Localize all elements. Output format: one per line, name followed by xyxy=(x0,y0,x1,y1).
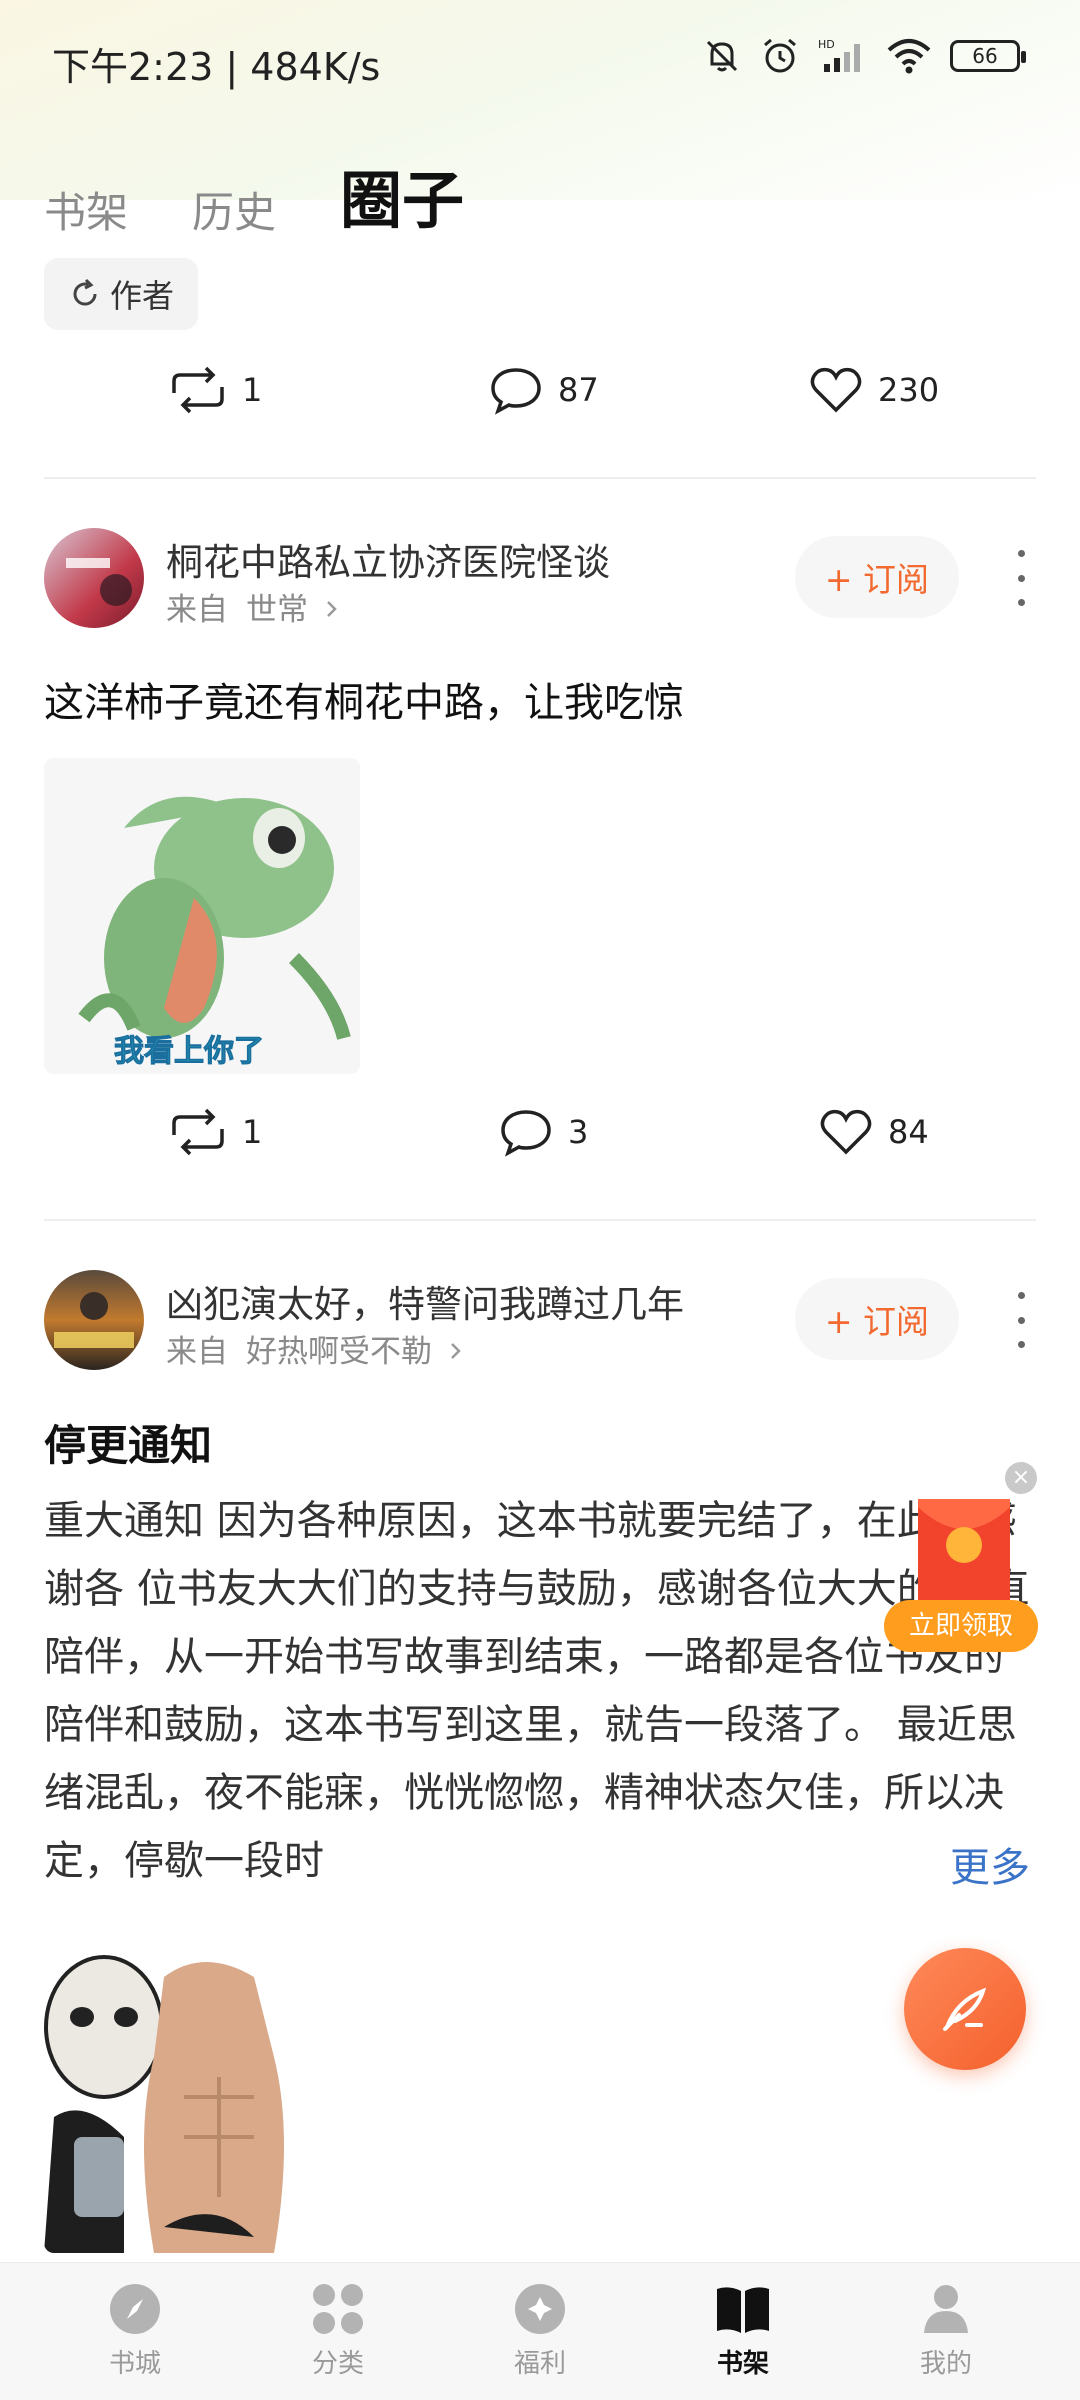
gift-icon xyxy=(515,2284,565,2334)
book-cover-image xyxy=(44,528,144,628)
close-icon[interactable]: × xyxy=(1005,1462,1037,1494)
comment-icon xyxy=(501,1110,551,1157)
post-header: 凶犯演太好，特警问我蹲过几年 来自 好热啊受不勒 + 订阅 xyxy=(0,1270,1080,1380)
nav-bookstore[interactable]: 书城 xyxy=(75,2281,195,2380)
battery-icon: 66 xyxy=(950,40,1026,72)
comment-count: 3 xyxy=(568,1113,589,1151)
repost-icon xyxy=(172,1108,224,1156)
post-actions: 1 3 84 xyxy=(0,1107,1080,1187)
author-filter-label: 作者 xyxy=(110,277,175,315)
post-header: 桐花中路私立协济医院怪谈 来自 世常 + 订阅 xyxy=(0,528,1080,638)
compass-icon xyxy=(110,2284,160,2334)
book-title[interactable]: 桐花中路私立协济医院怪谈 xyxy=(166,532,610,586)
heart-icon xyxy=(810,367,862,413)
post-source[interactable]: 来自 好热啊受不勒 xyxy=(166,1326,464,1371)
like-count: 84 xyxy=(888,1113,929,1151)
more-options-icon[interactable] xyxy=(1006,1292,1036,1348)
panda-meme-image xyxy=(44,1937,360,2253)
nav-category-label: 分类 xyxy=(311,2349,364,2379)
quill-pen-icon xyxy=(943,1987,987,2031)
book-cover-avatar[interactable] xyxy=(44,1270,144,1370)
nav-category[interactable]: 分类 xyxy=(278,2281,398,2380)
bottom-navigation: 书城 分类 福利 书架 我的 xyxy=(0,2262,1080,2400)
nav-benefits[interactable]: 福利 xyxy=(480,2281,600,2380)
comment-button[interactable]: 87 xyxy=(488,365,599,415)
wifi-icon xyxy=(887,39,931,74)
chevron-right-icon xyxy=(450,1343,461,1359)
post-image-frog[interactable]: 我看上你了 xyxy=(44,758,360,1074)
source-name: 好热啊受不勒 xyxy=(246,1334,432,1370)
subscribe-button[interactable]: + 订阅 xyxy=(795,536,959,618)
source-prefix: 来自 xyxy=(166,592,228,628)
svg-text:HD: HD xyxy=(818,38,835,51)
refresh-icon xyxy=(73,278,97,306)
post-title: 停更通知 xyxy=(44,1421,213,1470)
alarm-icon xyxy=(764,38,796,73)
post-source[interactable]: 来自 世常 xyxy=(166,584,340,629)
subscribe-button[interactable]: + 订阅 xyxy=(795,1278,959,1360)
comment-button[interactable]: 3 xyxy=(498,1107,588,1157)
author-filter-chip[interactable]: 作者 xyxy=(44,258,199,330)
mute-bell-icon xyxy=(706,40,738,72)
chevron-right-icon xyxy=(326,601,337,617)
nav-bookstore-label: 书城 xyxy=(108,2349,161,2379)
repost-icon xyxy=(172,366,224,414)
post-image-panda[interactable] xyxy=(44,1937,360,2253)
book-title[interactable]: 凶犯演太好，特警问我蹲过几年 xyxy=(166,1274,684,1328)
compose-post-button[interactable] xyxy=(904,1948,1026,2070)
repost-count: 1 xyxy=(242,1113,263,1151)
comment-count: 87 xyxy=(558,371,599,409)
repost-button[interactable]: 1 xyxy=(168,365,262,415)
repost-button[interactable]: 1 xyxy=(168,1107,262,1157)
claim-now-button[interactable]: 立即领取 xyxy=(884,1600,1038,1652)
nav-bookshelf-label: 书架 xyxy=(716,2349,769,2379)
status-bar: 下午2:23 | 484K/s HD 66 xyxy=(0,0,1080,120)
nav-mine-label: 我的 xyxy=(919,2349,972,2379)
like-button[interactable]: 84 xyxy=(818,1107,929,1157)
image-caption: 我看上你了 xyxy=(114,1034,265,1070)
post-text: 这洋柿子竟还有桐花中路，让我吃惊 xyxy=(44,680,684,726)
source-name: 世常 xyxy=(246,592,308,628)
tab-circle[interactable]: 圈子 xyxy=(340,150,464,240)
heart-icon xyxy=(820,1109,872,1155)
tab-history[interactable]: 历史 xyxy=(192,179,276,240)
like-count: 230 xyxy=(878,371,940,409)
status-time: 下午2:23 | 484K/s xyxy=(52,45,381,89)
nav-mine[interactable]: 我的 xyxy=(886,2281,1006,2380)
grid-icon xyxy=(313,2284,363,2334)
repost-count: 1 xyxy=(242,371,263,409)
signal-icon: HD xyxy=(818,38,860,72)
status-icons: HD 66 xyxy=(702,36,1026,76)
post-actions: 1 87 230 xyxy=(0,365,1080,445)
expand-more-link[interactable]: 更多 xyxy=(910,1835,1030,1893)
tab-bookshelf[interactable]: 书架 xyxy=(44,179,128,240)
comment-icon xyxy=(491,368,541,415)
top-tabs: 书架 历史 圈子 xyxy=(44,150,464,240)
more-options-icon[interactable] xyxy=(1006,550,1036,606)
divider xyxy=(44,1219,1036,1221)
divider xyxy=(44,477,1036,479)
book-cover-avatar[interactable] xyxy=(44,528,144,628)
book-icon xyxy=(717,2287,769,2333)
book-cover-image xyxy=(44,1270,144,1370)
nav-bookshelf[interactable]: 书架 xyxy=(683,2281,803,2380)
nav-benefits-label: 福利 xyxy=(513,2349,566,2379)
person-icon xyxy=(924,2285,968,2333)
source-prefix: 来自 xyxy=(166,1334,228,1370)
like-button[interactable]: 230 xyxy=(808,365,939,415)
